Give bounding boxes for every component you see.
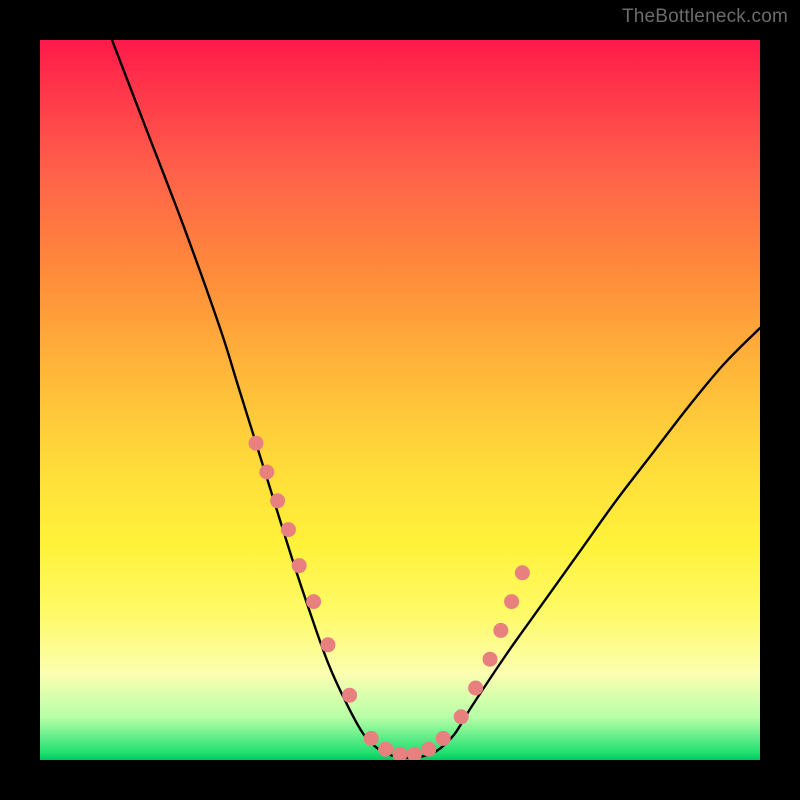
marker-dot (270, 493, 285, 508)
watermark-text: TheBottleneck.com (622, 6, 788, 28)
marker-dot (504, 594, 519, 609)
marker-dot (259, 465, 274, 480)
marker-dot (483, 652, 498, 667)
curve-svg (40, 40, 760, 760)
marker-dot (249, 436, 264, 451)
marker-dot (342, 688, 357, 703)
marker-dot (454, 709, 469, 724)
bottleneck-curve (112, 40, 760, 758)
marker-dot (493, 623, 508, 638)
marker-dot (281, 522, 296, 537)
chart-frame: TheBottleneck.com (0, 0, 800, 800)
marker-dot (364, 731, 379, 746)
marker-dot (292, 558, 307, 573)
marker-dot (407, 747, 422, 760)
marker-dot (378, 742, 393, 757)
marker-dot (321, 637, 336, 652)
marker-dot (306, 594, 321, 609)
marker-dot (515, 565, 530, 580)
marker-dot (421, 742, 436, 757)
marker-dot (393, 747, 408, 760)
marker-dot (468, 681, 483, 696)
plot-area (40, 40, 760, 760)
marker-dots (249, 436, 530, 760)
marker-dot (436, 731, 451, 746)
